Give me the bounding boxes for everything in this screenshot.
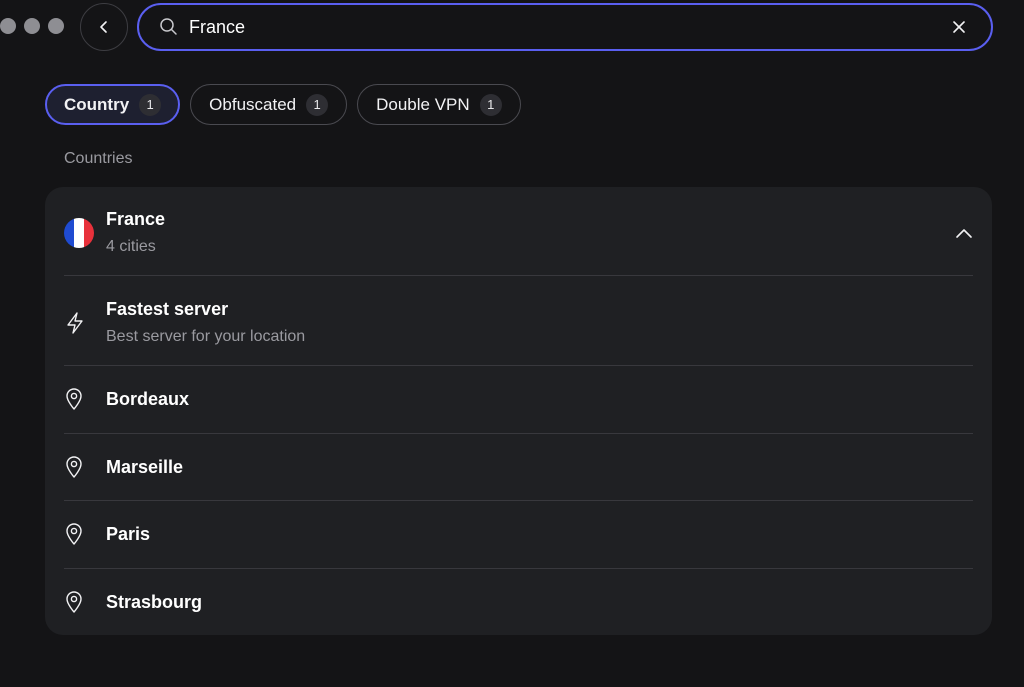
filter-chip-count: 1 xyxy=(139,93,162,116)
city-name: Marseille xyxy=(106,456,184,477)
city-row-marseille[interactable]: Marseille xyxy=(64,455,973,479)
divider xyxy=(64,500,973,501)
search-input[interactable] xyxy=(189,16,947,38)
city-name: Strasbourg xyxy=(106,591,203,612)
filter-chip-label: Obfuscated xyxy=(209,94,297,114)
collapse-button[interactable] xyxy=(952,221,976,245)
clear-search-button[interactable] xyxy=(947,15,971,39)
divider xyxy=(64,275,973,276)
divider xyxy=(64,433,973,434)
city-name: Bordeaux xyxy=(106,388,190,409)
filter-chip-country[interactable]: Country 1 xyxy=(45,84,181,125)
divider xyxy=(64,568,973,569)
city-name: Paris xyxy=(106,523,151,544)
location-pin-icon xyxy=(66,456,82,478)
section-label-countries: Countries xyxy=(64,150,133,167)
window-close-button[interactable] xyxy=(0,18,16,34)
divider xyxy=(64,365,973,366)
city-row-paris[interactable]: Paris xyxy=(64,522,973,546)
city-row-bordeaux[interactable]: Bordeaux xyxy=(64,387,973,411)
city-row-strasbourg[interactable]: Strasbourg xyxy=(64,590,973,614)
location-pin-icon xyxy=(66,523,82,545)
chevron-left-icon xyxy=(100,21,107,33)
filter-chip-double-vpn[interactable]: Double VPN 1 xyxy=(357,84,521,125)
search-icon xyxy=(159,17,179,37)
lightning-icon xyxy=(67,311,83,334)
filter-chip-count: 1 xyxy=(306,93,329,116)
country-results-card: France 4 cities Fastest server Best serv… xyxy=(45,187,992,635)
country-city-count: 4 cities xyxy=(106,238,156,255)
fastest-server-row[interactable]: Fastest server Best server for your loca… xyxy=(64,299,973,346)
filter-chip-obfuscated[interactable]: Obfuscated 1 xyxy=(190,84,348,125)
filter-chip-label: Country xyxy=(64,94,130,114)
window-controls xyxy=(0,18,64,34)
fastest-server-subtitle: Best server for your location xyxy=(106,328,306,345)
chevron-up-icon xyxy=(956,229,972,238)
france-flag-icon xyxy=(64,217,94,248)
country-row-france[interactable]: France 4 cities xyxy=(64,209,973,256)
back-button[interactable] xyxy=(80,3,128,51)
filter-chip-label: Double VPN xyxy=(376,94,470,114)
location-pin-icon xyxy=(66,591,82,613)
country-name: France xyxy=(106,209,166,229)
search-bar xyxy=(137,3,993,51)
window-maximize-button[interactable] xyxy=(48,18,64,34)
filter-chips: Country 1 Obfuscated 1 Double VPN 1 xyxy=(45,84,521,125)
app-window: Country 1 Obfuscated 1 Double VPN 1 Coun… xyxy=(0,0,1024,687)
filter-chip-count: 1 xyxy=(479,93,502,116)
location-pin-icon xyxy=(66,388,82,410)
fastest-server-title: Fastest server xyxy=(106,299,229,319)
window-minimize-button[interactable] xyxy=(24,18,40,34)
close-icon xyxy=(953,21,965,33)
